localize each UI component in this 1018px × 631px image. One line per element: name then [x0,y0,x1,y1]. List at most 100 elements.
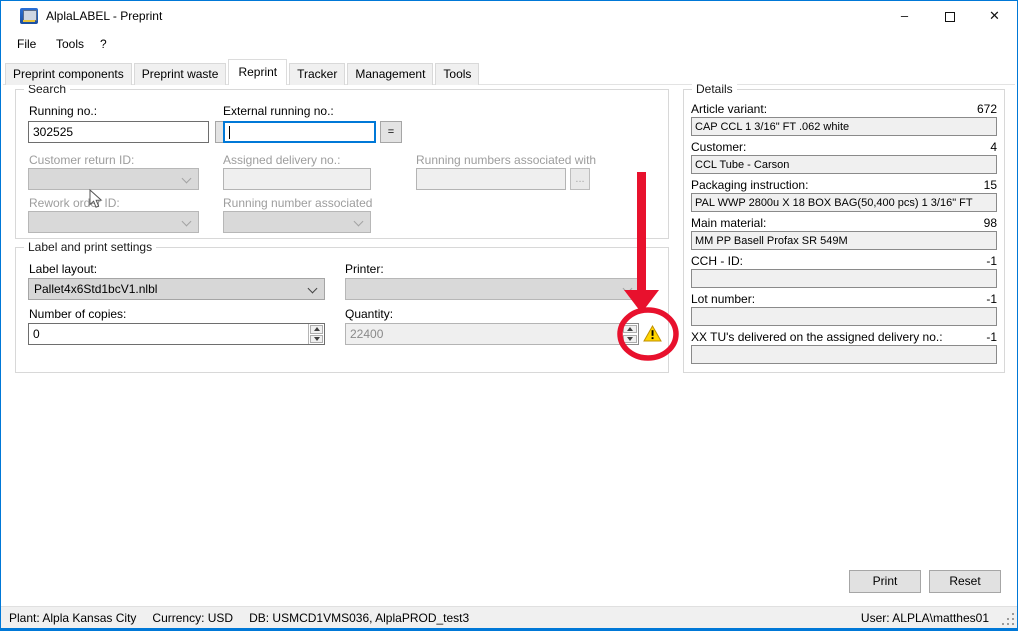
maximize-button[interactable] [927,1,972,31]
rework-order-id-select [28,211,199,233]
details-number: 15 [984,178,997,193]
details-number: -1 [986,292,997,307]
close-button[interactable]: ✕ [972,1,1017,31]
chevron-down-icon [623,284,633,294]
chevron-down-icon [182,174,192,184]
details-label: XX TU's delivered on the assigned delive… [691,330,943,345]
tab-preprint-waste[interactable]: Preprint waste [134,63,227,85]
menu-help[interactable]: ? [100,37,107,51]
spin-up-icon [627,327,633,331]
tab-preprint-components[interactable]: Preprint components [5,63,132,85]
label-layout-select[interactable]: Pallet4x6Std1bcV1.nlbl [28,278,325,300]
rework-order-id-label: Rework order ID: [29,196,120,210]
minimize-button[interactable]: – [882,1,927,31]
copies-spin-up-button[interactable] [310,325,323,334]
menu-file[interactable]: File [17,37,36,51]
mouse-cursor-icon [89,189,103,209]
maximize-icon [945,12,955,22]
running-numbers-associated-label: Running numbers associated with [416,153,596,167]
running-numbers-browse-button: ... [570,168,590,190]
details-label: Article variant: [691,102,767,117]
details-row-main-material: Main material: 98 MM PP Basell Profax SR … [691,216,997,250]
details-group: Details Article variant:672 CAP CCL 1 3/… [683,89,1005,373]
number-of-copies-stepper[interactable]: 0 [28,323,325,345]
details-number: -1 [986,254,997,269]
label-print-settings-title: Label and print settings [24,240,156,254]
number-of-copies-value: 0 [29,324,308,344]
tab-tracker[interactable]: Tracker [289,63,345,85]
customer-return-id-label: Customer return ID: [29,153,134,167]
assigned-delivery-no-input [223,168,371,190]
text-caret [229,126,230,139]
running-number-associated-label: Running number associated [223,196,372,210]
status-user: User: ALPLA\matthes01 [861,611,989,625]
details-label: Lot number: [691,292,755,307]
details-group-title: Details [692,82,737,96]
quantity-spin-down-button[interactable] [623,335,637,343]
details-row-cch-id: CCH - ID: -1 [691,254,997,288]
running-number-associated-select [223,211,371,233]
window-title: AlplaLABEL - Preprint [46,9,162,23]
external-running-no-equals-button[interactable]: = [380,121,402,143]
details-number: -1 [986,330,997,345]
external-running-no-label: External running no.: [223,104,334,118]
details-number: 672 [977,102,997,117]
chevron-down-icon [308,284,318,294]
status-db: DB: USMCD1VMS036, AlplaPROD_test3 [249,611,469,625]
details-label: Main material: [691,216,766,231]
label-layout-value: Pallet4x6Std1bcV1.nlbl [34,282,157,296]
app-window: AlplaLABEL - Preprint – ✕ File Tools ? P… [0,0,1018,631]
quantity-spin-up-button[interactable] [623,325,637,333]
resize-grip-icon[interactable] [1002,613,1014,625]
app-icon [20,8,38,24]
reset-button[interactable]: Reset [929,570,1001,593]
number-of-copies-label: Number of copies: [29,307,126,321]
running-no-input[interactable]: 302525 [28,121,209,143]
details-row-packaging-instruction: Packaging instruction: 15 PAL WWP 2800u X… [691,178,997,212]
details-value-box: PAL WWP 2800u X 18 BOX BAG(50,400 pcs) 1… [691,193,997,212]
chevron-down-icon [354,217,364,227]
details-value-box: CCL Tube - Carson [691,155,997,174]
details-label: CCH - ID: [691,254,743,269]
print-button[interactable]: Print [849,570,921,593]
menu-bar: File Tools ? [1,31,1017,59]
details-value-box: MM PP Basell Profax SR 549M [691,231,997,250]
printer-select [345,278,640,300]
spin-down-icon [627,337,633,341]
quantity-label: Quantity: [345,307,393,321]
details-label: Packaging instruction: [691,178,808,193]
details-value-box [691,307,997,326]
tab-management[interactable]: Management [347,63,433,85]
details-row-article-variant: Article variant: 672 CAP CCL 1 3/16" FT .… [691,102,997,136]
details-value-box [691,269,997,288]
label-layout-label: Label layout: [29,262,97,276]
printer-label: Printer: [345,262,384,276]
details-label: Customer: [691,140,746,155]
running-no-label: Running no.: [29,104,97,118]
chevron-down-icon [182,217,192,227]
status-currency: Currency: USD [152,611,233,625]
details-row-customer: Customer: 4 CCL Tube - Carson [691,140,997,174]
details-value-box [691,345,997,364]
details-value-box: CAP CCL 1 3/16" FT .062 white [691,117,997,136]
copies-spin-down-button[interactable] [310,335,323,344]
details-rows: Article variant: 672 CAP CCL 1 3/16" FT .… [691,102,997,368]
menu-tools[interactable]: Tools [56,37,84,51]
quantity-input: 22400 [345,323,620,345]
assigned-delivery-no-label: Assigned delivery no.: [223,153,340,167]
details-row-lot-number: Lot number: -1 [691,292,997,326]
tab-tools[interactable]: Tools [435,63,479,85]
tab-reprint[interactable]: Reprint [228,59,287,85]
status-bar: Plant: Alpla Kansas CityCurrency: USDDB:… [1,606,1017,628]
details-number: 4 [990,140,997,155]
details-row-xx-tus-delivered: XX TU's delivered on the assigned delive… [691,330,997,364]
external-running-no-input[interactable] [223,121,376,143]
customer-return-id-select [28,168,199,190]
title-bar: AlplaLABEL - Preprint – ✕ [1,1,1017,31]
running-numbers-associated-input [416,168,566,190]
spin-up-icon [314,327,320,331]
quantity-stepper[interactable] [621,323,639,345]
details-number: 98 [984,216,997,231]
warning-icon [643,325,662,342]
spin-down-icon [314,337,320,341]
